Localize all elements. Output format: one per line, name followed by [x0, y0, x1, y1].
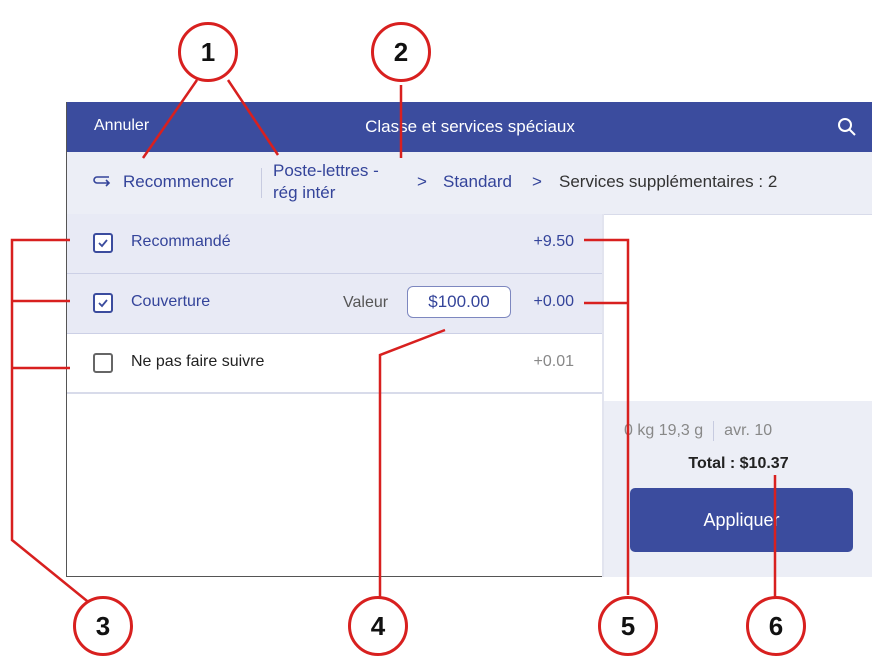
callout-lines: [10, 79, 777, 606]
callout-6: 6: [746, 596, 806, 656]
callout-4: 4: [348, 596, 408, 656]
callout-1: 1: [178, 22, 238, 82]
callout-5: 5: [598, 596, 658, 656]
callout-2: 2: [371, 22, 431, 82]
callout-3: 3: [73, 596, 133, 656]
